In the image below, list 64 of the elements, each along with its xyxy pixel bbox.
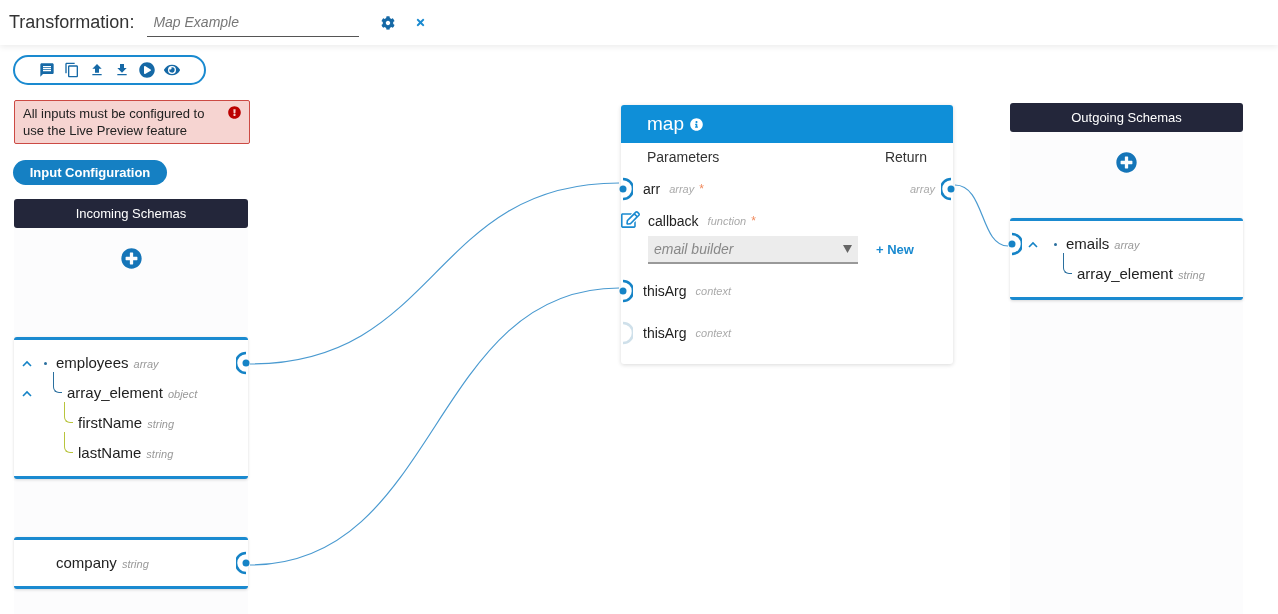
name-field[interactable]: Map Example: [147, 8, 360, 37]
alert-message: All inputs must be configured to use the Live Preview feature: [23, 105, 206, 139]
field-type: string: [121, 556, 149, 572]
field-name: array_element: [67, 382, 163, 403]
tree-line: [1063, 253, 1072, 274]
collapse-chevron-icon[interactable]: [22, 389, 32, 397]
required-asterisk: *: [699, 181, 704, 198]
input-configuration-button[interactable]: Input Configuration: [13, 160, 167, 185]
return-type: array: [909, 181, 935, 197]
param-name: arr: [643, 179, 661, 199]
parameters-label: Parameters: [647, 148, 720, 167]
field-name: employees: [56, 352, 129, 373]
preview-icon[interactable]: [164, 62, 180, 78]
close-button[interactable]: [415, 17, 427, 28]
node-title: map: [647, 111, 684, 136]
field-type: string: [147, 416, 175, 432]
tree-line: [64, 402, 73, 423]
field-type: array: [133, 356, 159, 372]
settings-button[interactable]: [381, 15, 396, 30]
field-type: string: [146, 446, 174, 462]
return-label: Return: [884, 148, 927, 167]
add-schema-button[interactable]: [1116, 152, 1137, 173]
connection-wire: [954, 184, 1009, 247]
field-name: emails: [1066, 233, 1110, 254]
field-name: firstName: [78, 412, 143, 433]
required-asterisk: *: [751, 213, 756, 230]
copy-icon[interactable]: [64, 62, 80, 78]
play-icon[interactable]: [139, 62, 155, 78]
info-icon[interactable]: [689, 117, 703, 131]
param-name: thisArg: [643, 281, 687, 301]
field-type: string: [1177, 267, 1205, 283]
field-type: object: [167, 386, 198, 402]
connector-port[interactable]: [236, 350, 250, 376]
param-name: thisArg: [643, 323, 687, 343]
connector-port[interactable]: [236, 550, 250, 576]
collapse-chevron-icon[interactable]: [22, 359, 32, 367]
field-name: company: [56, 552, 117, 573]
param-name: callback: [648, 211, 699, 231]
window-title: Transformation:: [9, 11, 135, 34]
error-icon: [228, 106, 241, 119]
edit-icon[interactable]: [621, 210, 640, 229]
param-type: context: [695, 283, 732, 299]
field-name: lastName: [78, 442, 142, 463]
param-type: function: [707, 213, 747, 229]
comment-icon[interactable]: [39, 62, 55, 78]
new-callback-link[interactable]: + New: [876, 240, 914, 260]
param-type: context: [695, 325, 732, 341]
callback-select[interactable]: email builder: [648, 236, 858, 264]
connector-port[interactable]: [941, 176, 955, 202]
field-type: array: [1114, 237, 1140, 253]
upload-icon[interactable]: [89, 62, 105, 78]
connector-port[interactable]: [619, 278, 633, 304]
add-schema-button[interactable]: [120, 248, 142, 269]
field-name: array_element: [1077, 263, 1173, 284]
collapse-chevron-icon[interactable]: [1028, 240, 1038, 248]
tree-line: [64, 432, 73, 453]
param-type: array: [669, 181, 695, 197]
dropdown-arrow-icon: [843, 245, 852, 253]
column-header: Incoming Schemas: [14, 199, 248, 228]
column-header: Outgoing Schemas: [1010, 103, 1243, 132]
download-icon[interactable]: [114, 62, 130, 78]
tree-line: [53, 372, 62, 393]
connector-port[interactable]: [1008, 231, 1022, 257]
connector-port[interactable]: [619, 176, 633, 202]
